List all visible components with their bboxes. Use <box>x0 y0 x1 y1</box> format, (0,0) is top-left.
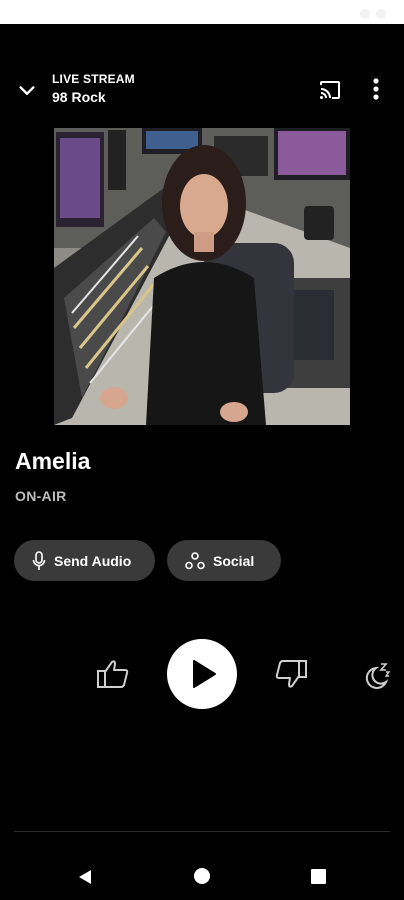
playback-controls <box>0 636 404 712</box>
back-icon[interactable] <box>76 868 94 886</box>
social-button[interactable]: Social <box>167 540 281 581</box>
social-label: Social <box>213 552 255 569</box>
system-nav-bar <box>0 852 404 900</box>
divider <box>14 831 390 832</box>
header-text: LIVE STREAM 98 Rock <box>52 72 135 105</box>
recents-icon[interactable] <box>311 869 326 884</box>
host-artwork <box>54 128 350 425</box>
header-subtitle: LIVE STREAM <box>52 72 135 86</box>
host-status: ON-AIR <box>15 488 67 504</box>
send-audio-button[interactable]: Send Audio <box>14 540 155 581</box>
studio-photo <box>54 128 350 425</box>
play-icon <box>193 660 216 688</box>
send-audio-label: Send Audio <box>54 552 132 569</box>
play-button[interactable] <box>167 639 237 709</box>
status-signal-icon <box>360 9 370 19</box>
sleep-timer-icon[interactable] <box>364 660 392 690</box>
status-icons <box>354 6 394 19</box>
social-share-icon <box>185 551 205 569</box>
status-battery-icon <box>376 9 386 19</box>
thumb-up-icon[interactable] <box>96 658 130 690</box>
microphone-icon <box>32 550 46 570</box>
host-name: Amelia <box>15 448 91 474</box>
more-vert-icon[interactable] <box>366 76 386 102</box>
status-bar <box>0 0 404 24</box>
home-icon[interactable] <box>194 868 210 884</box>
station-name: 98 Rock <box>52 89 106 105</box>
cast-icon[interactable] <box>318 78 342 102</box>
chevron-down-icon[interactable] <box>16 80 38 102</box>
thumb-down-icon[interactable] <box>274 658 308 690</box>
player-header: LIVE STREAM 98 Rock <box>0 60 404 120</box>
